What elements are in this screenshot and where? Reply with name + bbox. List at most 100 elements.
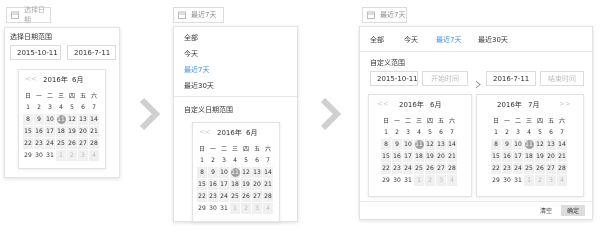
day-cell[interactable]: 12 [241,167,251,178]
day-cell[interactable]: 23 [392,163,402,174]
day-cell[interactable]: 28 [263,191,273,202]
confirm-button[interactable]: 确定 [561,205,585,216]
day-cell[interactable]: 20 [546,151,556,162]
day-cell[interactable]: 10 [513,139,523,150]
day-cell[interactable]: 2 [34,102,44,113]
day-cell[interactable]: 2 [67,150,77,161]
day-cell[interactable]: 12 [535,139,545,150]
day-cell[interactable]: 3 [252,203,262,214]
day-cell[interactable]: 31 [45,150,55,161]
day-cell[interactable]: 1 [230,203,240,214]
menu-item-today[interactable]: 今天 [184,49,198,59]
day-cell[interactable]: 8 [197,167,207,178]
day-cell[interactable]: 8 [23,114,33,125]
day-cell[interactable]: 14 [89,114,99,125]
day-cell[interactable]: 4 [230,155,240,166]
day-cell[interactable]: 19 [535,151,545,162]
day-cell[interactable]: 3 [546,175,556,186]
day-cell[interactable]: 9 [502,139,512,150]
day-cell[interactable]: 11 [230,167,240,178]
day-cell[interactable]: 6 [436,127,446,138]
day-cell[interactable]: 22 [197,191,207,202]
day-cell[interactable]: 3 [436,175,446,186]
day-cell[interactable]: 23 [502,163,512,174]
menu-item-last-7-days[interactable]: 最近7天 [184,65,209,75]
day-cell[interactable]: 26 [425,163,435,174]
day-cell[interactable]: 21 [89,126,99,137]
tab-last-30-days[interactable]: 最近30天 [478,35,508,45]
day-cell[interactable]: 8 [491,139,501,150]
day-cell[interactable]: 1 [56,150,66,161]
day-cell[interactable]: 25 [230,191,240,202]
day-cell[interactable]: 20 [252,179,262,190]
start-time-field[interactable]: 开始时间 [422,71,468,86]
day-cell[interactable]: 1 [524,175,534,186]
day-cell[interactable]: 4 [524,127,534,138]
day-cell[interactable]: 27 [252,191,262,202]
day-cell[interactable]: 22 [23,138,33,149]
day-cell[interactable]: 26 [535,163,545,174]
day-cell[interactable]: 13 [78,114,88,125]
day-cell[interactable]: 13 [546,139,556,150]
day-cell[interactable]: 25 [524,163,534,174]
day-cell[interactable]: 6 [546,127,556,138]
day-cell[interactable]: 17 [45,126,55,137]
menu-item-all[interactable]: 全部 [184,33,198,43]
day-cell[interactable]: 28 [557,163,567,174]
day-cell[interactable]: 13 [436,139,446,150]
day-cell[interactable]: 4 [89,150,99,161]
day-cell[interactable]: 31 [403,175,413,186]
day-cell[interactable]: 29 [491,175,501,186]
day-cell[interactable]: 6 [78,102,88,113]
tab-all[interactable]: 全部 [370,35,384,45]
day-cell[interactable]: 28 [89,138,99,149]
day-cell[interactable]: 30 [502,175,512,186]
day-cell[interactable]: 18 [414,151,424,162]
next-year-button[interactable]: >> [559,100,571,108]
day-cell[interactable]: 7 [89,102,99,113]
day-cell[interactable]: 11 [524,139,534,150]
day-cell[interactable]: 16 [392,151,402,162]
day-cell[interactable]: 14 [263,167,273,178]
day-cell[interactable]: 9 [208,167,218,178]
day-cell[interactable]: 24 [513,163,523,174]
day-cell[interactable]: 17 [513,151,523,162]
prev-year-button[interactable]: << [25,75,37,83]
day-cell[interactable]: 24 [45,138,55,149]
day-cell[interactable]: 12 [425,139,435,150]
day-cell[interactable]: 2 [535,175,545,186]
day-cell[interactable]: 3 [219,155,229,166]
day-cell[interactable]: 4 [557,175,567,186]
day-cell[interactable]: 23 [208,191,218,202]
tab-last-7-days[interactable]: 最近7天 [436,35,461,45]
day-cell[interactable]: 1 [23,102,33,113]
start-date-field[interactable]: 2015-10-11 [370,71,418,86]
day-cell[interactable]: 3 [403,127,413,138]
day-cell[interactable]: 23 [34,138,44,149]
day-cell[interactable]: 14 [447,139,457,150]
day-cell[interactable]: 1 [197,155,207,166]
day-cell[interactable]: 22 [491,163,501,174]
day-cell[interactable]: 15 [381,151,391,162]
day-cell[interactable]: 7 [447,127,457,138]
day-cell[interactable]: 14 [557,139,567,150]
day-cell[interactable]: 15 [197,179,207,190]
day-cell[interactable]: 29 [197,203,207,214]
day-cell[interactable]: 1 [491,127,501,138]
prev-year-button[interactable]: << [377,100,389,108]
day-cell[interactable]: 31 [219,203,229,214]
day-cell[interactable]: 22 [381,163,391,174]
day-cell[interactable]: 19 [241,179,251,190]
day-cell[interactable]: 10 [403,139,413,150]
day-cell[interactable]: 17 [403,151,413,162]
day-cell[interactable]: 16 [34,126,44,137]
day-cell[interactable]: 24 [219,191,229,202]
day-cell[interactable]: 2 [502,127,512,138]
day-cell[interactable]: 7 [263,155,273,166]
day-cell[interactable]: 4 [56,102,66,113]
date-range-trigger[interactable]: 最近7天 [173,7,224,23]
day-cell[interactable]: 4 [414,127,424,138]
day-cell[interactable]: 5 [67,102,77,113]
day-cell[interactable]: 1 [381,127,391,138]
day-cell[interactable]: 9 [392,139,402,150]
